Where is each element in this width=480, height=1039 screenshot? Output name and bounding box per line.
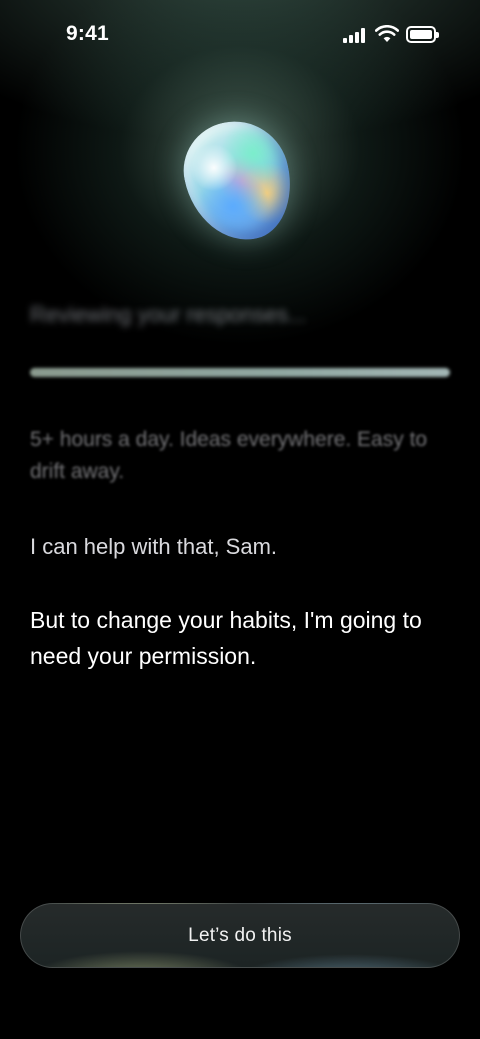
cellular-signal-icon — [343, 27, 367, 43]
permission-message: But to change your habits, I'm going to … — [30, 607, 422, 669]
status-bar: 9:41 — [0, 0, 480, 70]
onboarding-screen: 9:41 Reviewing your responses... 5+ hour… — [0, 0, 480, 1039]
battery-icon — [406, 26, 439, 43]
status-time: 9:41 — [66, 22, 109, 45]
wifi-icon — [375, 25, 399, 42]
opal-gem-image — [174, 111, 302, 251]
gem-icon — [174, 111, 302, 251]
progress-fill — [30, 368, 450, 377]
cta-label: Let’s do this — [188, 924, 292, 946]
lets-do-this-button[interactable]: Let’s do this — [20, 903, 460, 968]
summary-text: 5+ hours a day. Ideas everywhere. Easy t… — [30, 428, 428, 483]
progress-bar — [30, 368, 450, 377]
help-message: I can help with that, Sam. — [30, 534, 278, 559]
progress-label: Reviewing your responses... — [30, 302, 307, 327]
